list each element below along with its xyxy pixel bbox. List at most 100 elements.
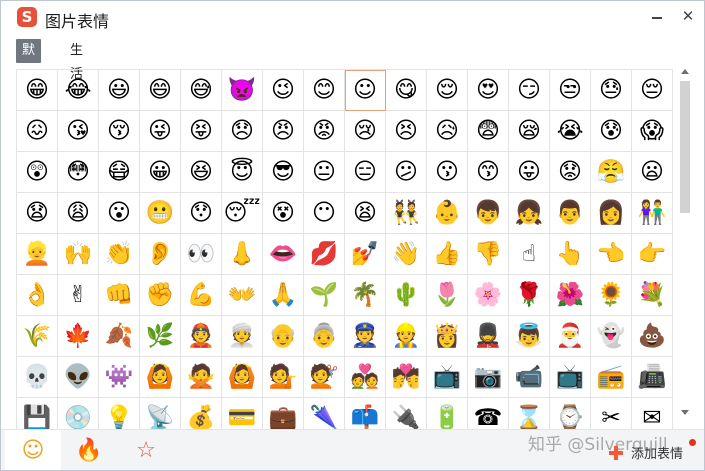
- emoji-cell[interactable]: 📺: [550, 357, 591, 398]
- emoji-cell[interactable]: 😚: [99, 111, 140, 152]
- emoji-cell[interactable]: 💅: [345, 234, 386, 275]
- emoji-cell[interactable]: 😄: [140, 70, 181, 111]
- emoji-cell[interactable]: 😂: [58, 70, 99, 111]
- emoji-cell[interactable]: 🌷: [427, 275, 468, 316]
- emoji-cell[interactable]: 😃: [99, 70, 140, 111]
- close-button[interactable]: ✕: [679, 5, 697, 27]
- emoji-cell[interactable]: ✌: [58, 275, 99, 316]
- emoji-cell[interactable]: 😎: [263, 152, 304, 193]
- emoji-cell[interactable]: 📺: [427, 357, 468, 398]
- emoji-cell[interactable]: 📡: [140, 398, 181, 430]
- emoji-cell[interactable]: 😭: [550, 111, 591, 152]
- emoji-cell[interactable]: 💩: [632, 316, 673, 357]
- emoji-cell[interactable]: 😋: [386, 70, 427, 111]
- emoji-cell[interactable]: 🔌: [386, 398, 427, 430]
- emoji-cell[interactable]: 💰: [181, 398, 222, 430]
- emoji-cell[interactable]: 👋: [386, 234, 427, 275]
- emoji-cell[interactable]: 😵: [263, 193, 304, 234]
- emoji-cell[interactable]: 👂: [140, 234, 181, 275]
- emoji-cell[interactable]: 😉: [263, 70, 304, 111]
- emoji-cell[interactable]: 👄: [263, 234, 304, 275]
- emoji-cell[interactable]: 💁: [263, 357, 304, 398]
- emoji-cell[interactable]: 😢: [345, 111, 386, 152]
- emoji-cell[interactable]: 😒: [550, 70, 591, 111]
- emoji-cell[interactable]: 📠: [632, 357, 673, 398]
- emoji-cell[interactable]: 😕: [386, 152, 427, 193]
- star-tab-icon[interactable]: ☆: [118, 430, 174, 470]
- emoji-cell[interactable]: 😰: [591, 111, 632, 152]
- emoji-cell[interactable]: 😮: [99, 193, 140, 234]
- scroll-thumb[interactable]: [680, 81, 690, 213]
- emoji-cell[interactable]: 😧: [17, 193, 58, 234]
- emoji-cell[interactable]: 🌿: [140, 316, 181, 357]
- emoji-cell[interactable]: 👱: [17, 234, 58, 275]
- emoji-cell[interactable]: 💏: [386, 357, 427, 398]
- fire-face-tab-icon[interactable]: 🔥: [61, 430, 117, 470]
- emoji-cell[interactable]: 😆: [181, 152, 222, 193]
- emoji-cell[interactable]: 🌺: [550, 275, 591, 316]
- emoji-cell[interactable]: 😛: [509, 152, 550, 193]
- emoji-cell[interactable]: 🌻: [591, 275, 632, 316]
- emoji-cell[interactable]: 😩: [58, 193, 99, 234]
- emoji-cell[interactable]: 🍂: [99, 316, 140, 357]
- title-bar[interactable]: S 图片表情 ✕: [1, 1, 704, 35]
- emoji-cell[interactable]: 💂: [468, 316, 509, 357]
- emoji-cell[interactable]: 😞: [222, 111, 263, 152]
- tab-default[interactable]: 默认: [16, 39, 42, 82]
- emoji-cell[interactable]: 📻: [591, 357, 632, 398]
- emoji-cell[interactable]: 👦: [468, 193, 509, 234]
- emoji-cell[interactable]: 💀: [17, 357, 58, 398]
- emoji-cell[interactable]: 🌾: [17, 316, 58, 357]
- emoji-cell[interactable]: 👻: [591, 316, 632, 357]
- emoji-cell[interactable]: 👧: [509, 193, 550, 234]
- emoji-cell[interactable]: 😍: [468, 70, 509, 111]
- emoji-cell[interactable]: 😝: [181, 111, 222, 152]
- emoji-cell[interactable]: 😥: [427, 111, 468, 152]
- emoji-cell[interactable]: 🔋: [427, 398, 468, 430]
- emoji-cell[interactable]: 😪: [509, 111, 550, 152]
- emoji-cell[interactable]: 😨: [468, 111, 509, 152]
- emoji-cell[interactable]: 🙏: [263, 275, 304, 316]
- emoji-cell[interactable]: 👴: [263, 316, 304, 357]
- emoji-cell[interactable]: 🍁: [58, 316, 99, 357]
- emoji-cell[interactable]: 👲: [181, 316, 222, 357]
- emoji-cell[interactable]: 💋: [304, 234, 345, 275]
- emoji-cell[interactable]: 👵: [304, 316, 345, 357]
- emoji-cell[interactable]: 👨: [550, 193, 591, 234]
- emoji-cell[interactable]: 🙅: [181, 357, 222, 398]
- emoji-cell[interactable]: ✉: [632, 398, 673, 430]
- emoji-cell[interactable]: 👩: [591, 193, 632, 234]
- emoji-cell[interactable]: 💑: [345, 357, 386, 398]
- emoji-cell[interactable]: 📫: [345, 398, 386, 430]
- add-emoji-button[interactable]: 添加表情: [631, 443, 683, 462]
- emoji-cell[interactable]: 😅: [181, 70, 222, 111]
- minimize-button[interactable]: [652, 17, 662, 19]
- emoji-cell[interactable]: 💇: [304, 357, 345, 398]
- emoji-cell[interactable]: 👫: [632, 193, 673, 234]
- emoji-cell[interactable]: 👳: [222, 316, 263, 357]
- emoji-cell[interactable]: 😓: [591, 70, 632, 111]
- tab-life[interactable]: 生活: [64, 39, 89, 82]
- emoji-cell[interactable]: 😤: [591, 152, 632, 193]
- emoji-cell[interactable]: 📹: [509, 357, 550, 398]
- emoji-cell[interactable]: 👃: [222, 234, 263, 275]
- emoji-cell[interactable]: 👾: [99, 357, 140, 398]
- emoji-cell[interactable]: ✊: [140, 275, 181, 316]
- emoji-cell[interactable]: 🌸: [468, 275, 509, 316]
- emoji-cell[interactable]: 👼: [509, 316, 550, 357]
- emoji-cell[interactable]: 👸: [427, 316, 468, 357]
- emoji-cell[interactable]: 😇: [222, 152, 263, 193]
- emoji-cell[interactable]: ☎: [468, 398, 509, 430]
- emoji-cell[interactable]: 💿: [58, 398, 99, 430]
- emoji-cell[interactable]: 🙆: [222, 357, 263, 398]
- emoji-cell[interactable]: 😫: [345, 193, 386, 234]
- emoji-cell[interactable]: 😬: [140, 193, 181, 234]
- emoji-cell[interactable]: 💡: [99, 398, 140, 430]
- emoji-cell[interactable]: 👽: [58, 357, 99, 398]
- emoji-cell[interactable]: 💼: [263, 398, 304, 430]
- emoji-cell[interactable]: 🌹: [509, 275, 550, 316]
- emoji-cell[interactable]: 😴: [222, 193, 263, 234]
- emoji-cell[interactable]: 😏: [509, 70, 550, 111]
- emoji-cell[interactable]: 🌵: [386, 275, 427, 316]
- scroll-down-arrow-icon[interactable]: [681, 410, 689, 415]
